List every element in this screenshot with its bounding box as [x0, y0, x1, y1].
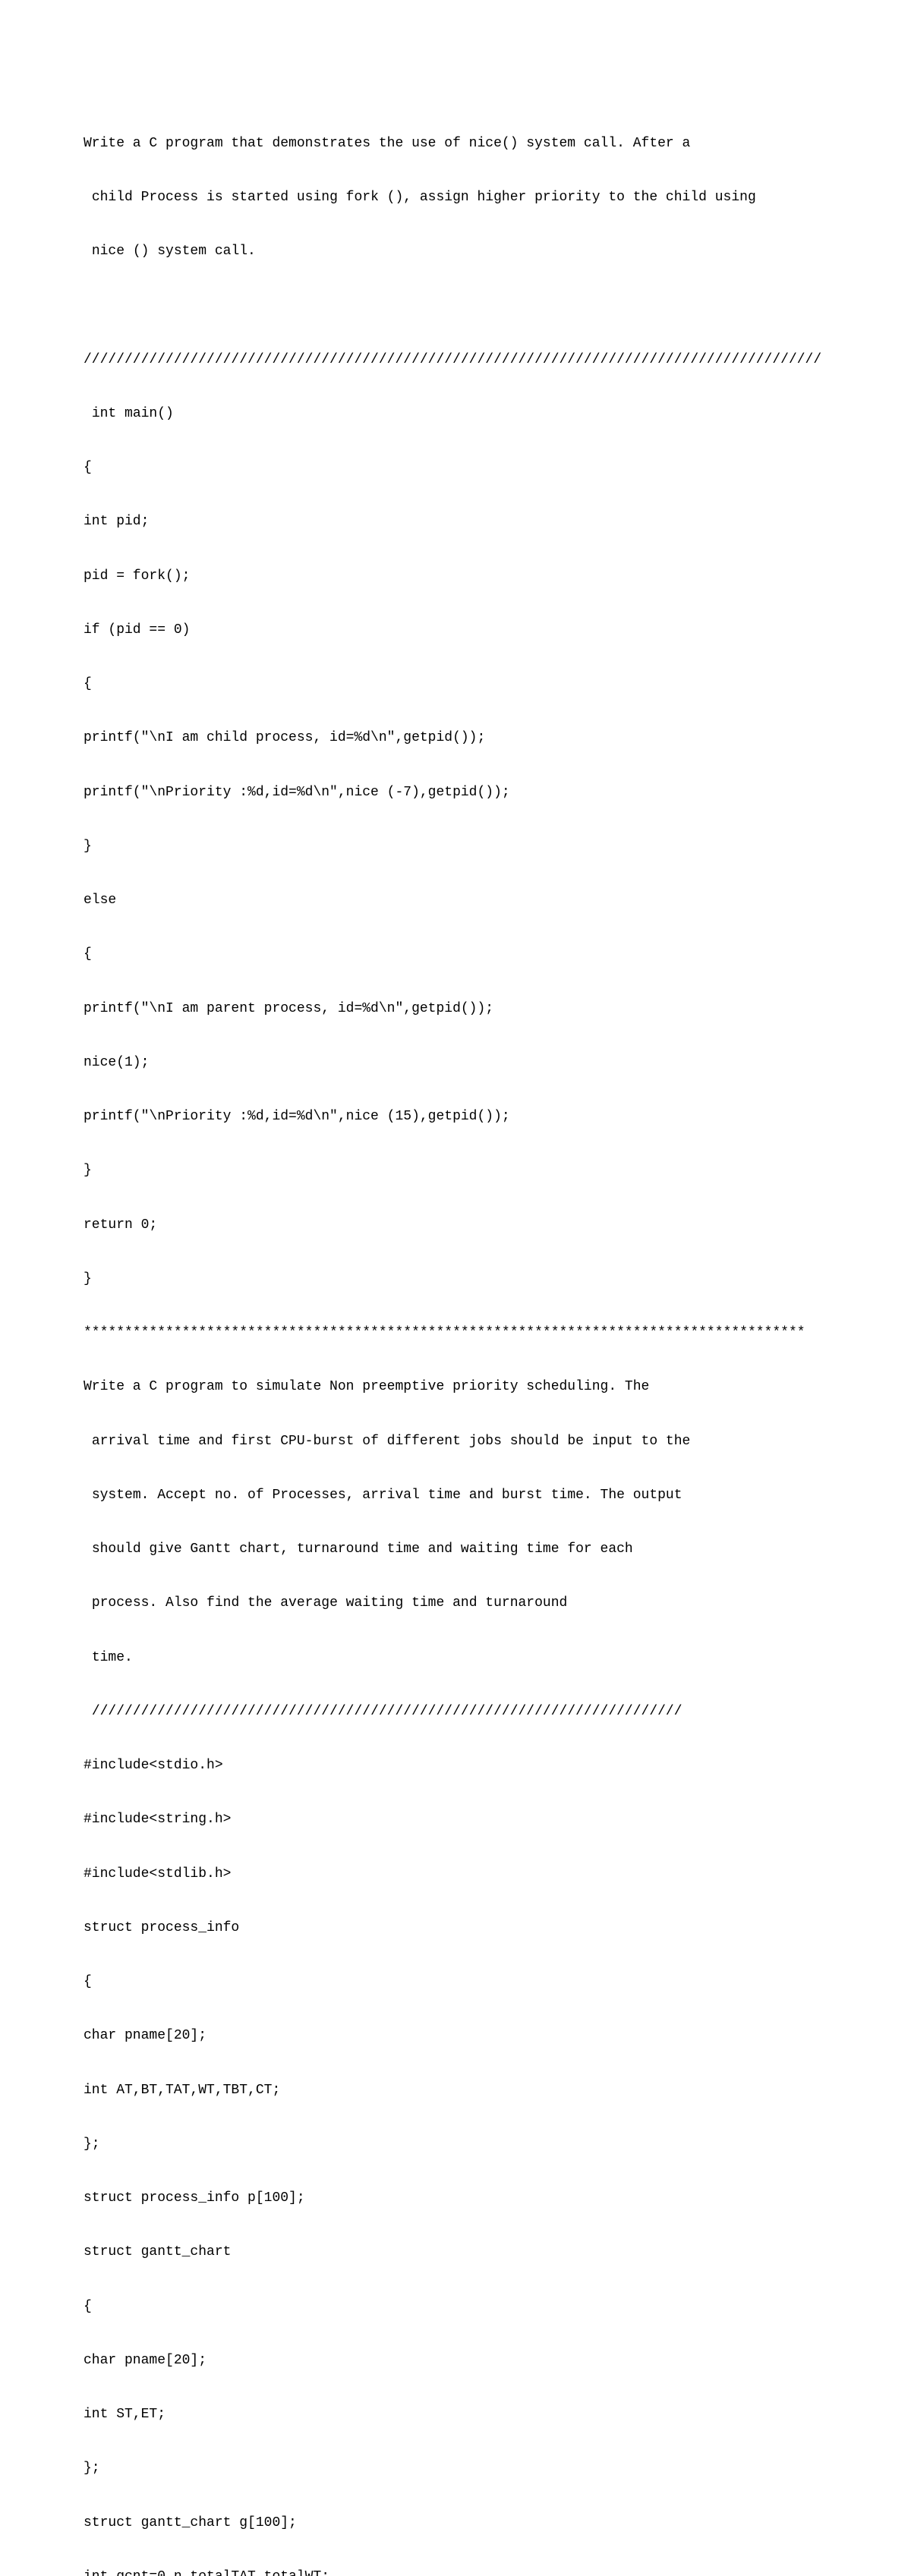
- code-line: ////////////////////////////////////////…: [84, 1703, 827, 1721]
- code-line: {: [84, 1973, 827, 1992]
- code-line: int pid;: [84, 513, 827, 531]
- code-line: }: [84, 1162, 827, 1180]
- code-document: Write a C program that demonstrates the …: [84, 99, 827, 2576]
- code-line: Write a C program that demonstrates the …: [84, 135, 827, 153]
- code-line: struct gantt_chart: [84, 2244, 827, 2262]
- code-line: child Process is started using fork (), …: [84, 189, 827, 207]
- code-line: else: [84, 892, 827, 910]
- code-line: };: [84, 2460, 827, 2478]
- code-line: printf("\nI am child process, id=%d\n",g…: [84, 729, 827, 748]
- code-line: int ST,ET;: [84, 2406, 827, 2424]
- code-line: #include<stdlib.h>: [84, 1866, 827, 1884]
- code-line: ****************************************…: [84, 1324, 827, 1343]
- code-line: printf("\nPriority :%d,id=%d\n",nice (15…: [84, 1108, 827, 1126]
- code-line: nice(1);: [84, 1054, 827, 1072]
- code-line: #include<string.h>: [84, 1811, 827, 1829]
- code-line: int main(): [84, 405, 827, 424]
- code-line: {: [84, 675, 827, 694]
- code-line: printf("\nI am parent process, id=%d\n",…: [84, 1000, 827, 1019]
- code-line: if (pid == 0): [84, 622, 827, 640]
- code-line: should give Gantt chart, turnaround time…: [84, 1541, 827, 1559]
- code-line: struct process_info p[100];: [84, 2190, 827, 2208]
- code-line: ////////////////////////////////////////…: [84, 351, 827, 370]
- code-line: }: [84, 1271, 827, 1289]
- code-line: nice () system call.: [84, 243, 827, 261]
- code-line: };: [84, 2136, 827, 2154]
- code-line: time.: [84, 1649, 827, 1667]
- code-line: process. Also find the average waiting t…: [84, 1595, 827, 1613]
- code-line: arrival time and first CPU-burst of diff…: [84, 1433, 827, 1451]
- code-line: int gcnt=0,n,totalTAT,totalWT;: [84, 2568, 827, 2576]
- code-line: [84, 297, 827, 315]
- code-line: Write a C program to simulate Non preemp…: [84, 1378, 827, 1397]
- code-line: system. Accept no. of Processes, arrival…: [84, 1487, 827, 1505]
- code-line: {: [84, 459, 827, 477]
- code-line: char pname[20];: [84, 2027, 827, 2045]
- code-line: char pname[20];: [84, 2352, 827, 2370]
- code-line: pid = fork();: [84, 568, 827, 586]
- code-line: struct gantt_chart g[100];: [84, 2515, 827, 2533]
- code-line: struct process_info: [84, 1919, 827, 1938]
- code-line: return 0;: [84, 1217, 827, 1235]
- code-line: #include<stdio.h>: [84, 1757, 827, 1775]
- code-line: {: [84, 946, 827, 964]
- code-line: {: [84, 2298, 827, 2316]
- code-line: int AT,BT,TAT,WT,TBT,CT;: [84, 2082, 827, 2100]
- code-line: printf("\nPriority :%d,id=%d\n",nice (-7…: [84, 784, 827, 802]
- code-line: }: [84, 838, 827, 856]
